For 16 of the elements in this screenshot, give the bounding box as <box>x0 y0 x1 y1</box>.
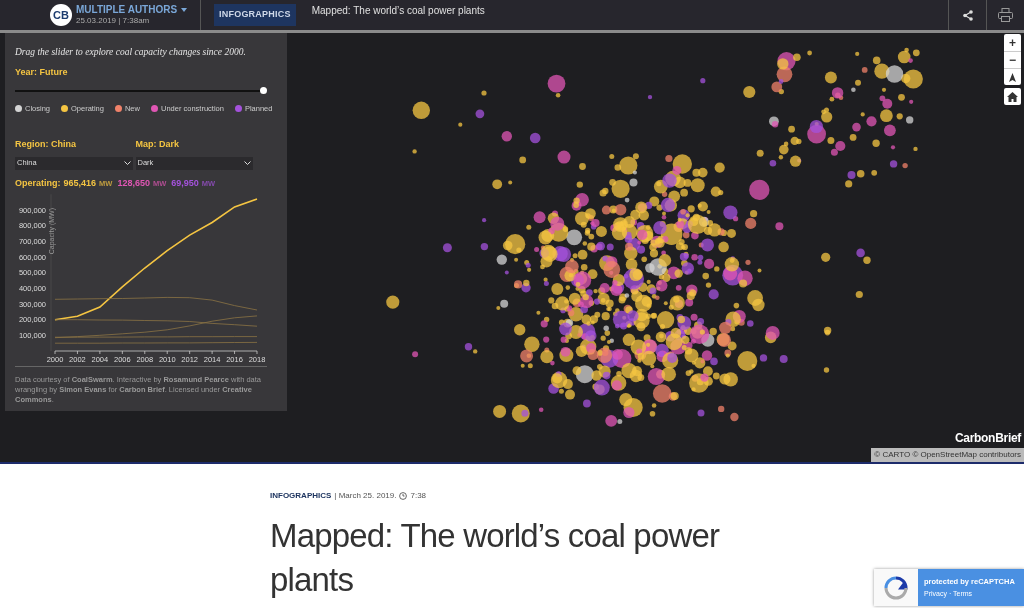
capacity-total: 69,950 <box>171 176 199 190</box>
select-label: Map: Dark <box>135 138 180 151</box>
year-label: Year: Future <box>15 66 69 80</box>
article-date: | March 25. 2019. <box>334 490 397 502</box>
logo-icon: CB <box>50 4 72 26</box>
article-time: 7:38 <box>410 490 427 502</box>
article-heading: Mapped: The world’s coal power plants <box>270 516 721 600</box>
carbonbrief-logo: CarbonBrief <box>954 430 1021 447</box>
capacity-total: 128,650 <box>117 176 150 190</box>
post-date: 25.03.2019 | 7:38am <box>76 17 151 25</box>
totals-label: Operating: <box>15 176 61 190</box>
select-label: Region: China <box>15 138 77 151</box>
capacity-total: 965,416 <box>63 176 97 190</box>
article-title: Mapped: The world’s coal power plants <box>311 4 485 18</box>
instruction-text: Drag the slider to explore coal capacity changes since 2000. <box>15 46 247 59</box>
map-attribution: © CARTO © OpenStreetMap contributors <box>871 448 1024 462</box>
